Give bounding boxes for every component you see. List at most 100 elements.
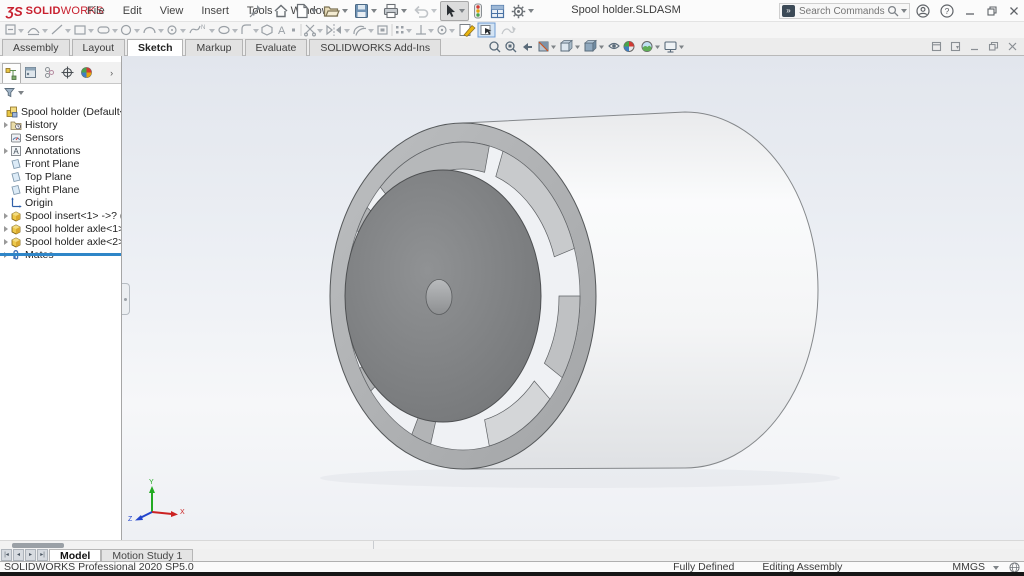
magnifier-icon[interactable] bbox=[887, 5, 899, 17]
expand-arrow-icon[interactable] bbox=[4, 122, 8, 128]
home-button[interactable] bbox=[270, 1, 292, 21]
save-button[interactable] bbox=[351, 1, 380, 21]
shaded-sketch-contours-button[interactable] bbox=[478, 23, 495, 37]
doc-restore-icon[interactable] bbox=[988, 41, 999, 52]
ellipse-icon[interactable] bbox=[219, 27, 229, 34]
tab-motion-study-1[interactable]: Motion Study 1 bbox=[101, 549, 193, 561]
restore-button[interactable] bbox=[986, 5, 998, 17]
help-icon[interactable]: ? bbox=[940, 4, 954, 18]
save-dropdown[interactable] bbox=[371, 9, 377, 13]
polygon-icon[interactable] bbox=[262, 25, 272, 35]
tree-item-top-plane[interactable]: Top Plane bbox=[0, 170, 121, 183]
tab-scroll-first-button[interactable]: |◂ bbox=[1, 549, 12, 561]
menu-insert[interactable]: Insert bbox=[192, 0, 238, 22]
tab-featuremanager[interactable] bbox=[2, 63, 21, 83]
trim-icon[interactable] bbox=[305, 25, 316, 36]
tab-evaluate[interactable]: Evaluate bbox=[245, 39, 308, 56]
tree-item-sensors[interactable]: Sensors bbox=[0, 131, 121, 144]
rebuild-button[interactable] bbox=[469, 1, 487, 21]
select-tool-button[interactable] bbox=[440, 1, 469, 21]
new-document-dropdown[interactable] bbox=[311, 9, 317, 13]
print-button[interactable] bbox=[380, 1, 410, 21]
open-dropdown[interactable] bbox=[342, 9, 348, 13]
circle-icon[interactable] bbox=[122, 26, 131, 35]
zoom-to-area-icon[interactable] bbox=[506, 42, 516, 52]
edit-appearance-icon[interactable] bbox=[624, 42, 634, 52]
display-style-icon[interactable] bbox=[585, 41, 596, 52]
open-button[interactable] bbox=[320, 1, 351, 21]
print-dropdown[interactable] bbox=[401, 9, 407, 13]
tree-item-spool-insert[interactable]: Spool insert<1> ->? (70mm bbox=[0, 209, 121, 222]
tree-root-assembly[interactable]: Spool holder (Default<Display bbox=[0, 105, 121, 118]
filter-funnel-icon[interactable] bbox=[4, 87, 15, 98]
view-orientation-icon[interactable] bbox=[561, 41, 572, 52]
point-icon[interactable] bbox=[292, 29, 295, 32]
tab-markup[interactable]: Markup bbox=[185, 39, 242, 56]
minimize-button[interactable] bbox=[964, 5, 976, 17]
zoom-to-fit-icon[interactable] bbox=[490, 42, 500, 52]
tab-dimxpertmanager[interactable] bbox=[59, 63, 78, 83]
search-scope-icon[interactable]: » bbox=[782, 5, 795, 17]
mirror-icon[interactable] bbox=[327, 24, 341, 36]
repair-sketch-icon[interactable] bbox=[438, 26, 446, 34]
search-input[interactable] bbox=[799, 6, 887, 17]
doc-minimize-icon[interactable] bbox=[969, 41, 980, 52]
new-document-button[interactable] bbox=[292, 1, 320, 21]
tab-configurationmanager[interactable] bbox=[40, 63, 59, 83]
perimeter-circle-icon[interactable] bbox=[168, 26, 176, 34]
filter-dropdown[interactable] bbox=[18, 91, 24, 95]
select-dropdown[interactable] bbox=[459, 9, 465, 13]
tree-item-spool-holder-axle-2[interactable]: Spool holder axle<2> (Kno bbox=[0, 235, 121, 248]
expand-arrow-icon[interactable] bbox=[4, 239, 8, 245]
arc-icon[interactable] bbox=[144, 28, 155, 34]
hide-show-items-icon[interactable] bbox=[609, 44, 619, 49]
apply-scene-icon[interactable] bbox=[642, 42, 652, 52]
expand-arrow-icon[interactable] bbox=[4, 148, 8, 154]
spline-icon[interactable]: N bbox=[190, 25, 205, 33]
tab-scroll-left-button[interactable]: ◂ bbox=[13, 549, 24, 561]
units-dropdown[interactable] bbox=[993, 566, 999, 570]
doc-close-icon[interactable] bbox=[1007, 41, 1018, 52]
fillet-icon[interactable] bbox=[242, 25, 251, 34]
tree-item-history[interactable]: History bbox=[0, 118, 121, 131]
performance-grid-button[interactable] bbox=[487, 1, 508, 21]
line-icon[interactable] bbox=[52, 25, 62, 34]
tree-item-right-plane[interactable]: Right Plane bbox=[0, 183, 121, 196]
relations-icon[interactable] bbox=[416, 25, 426, 34]
expand-arrow-icon[interactable] bbox=[4, 213, 8, 219]
pattern-icon[interactable] bbox=[396, 26, 404, 34]
tab-propertymanager[interactable] bbox=[21, 63, 40, 83]
text-tool-icon[interactable]: A bbox=[278, 25, 286, 37]
graphics-viewport[interactable]: Y X Z bbox=[122, 56, 1024, 540]
menu-file[interactable]: File bbox=[78, 0, 114, 22]
tab-assembly[interactable]: Assembly bbox=[2, 39, 70, 56]
search-commands-box[interactable]: » bbox=[779, 3, 910, 19]
close-button[interactable] bbox=[1008, 5, 1020, 17]
search-dropdown[interactable] bbox=[901, 9, 907, 13]
tab-model[interactable]: Model bbox=[49, 549, 101, 561]
options-button[interactable] bbox=[508, 1, 537, 21]
section-view-icon[interactable] bbox=[539, 42, 548, 51]
doc-cascade-icon[interactable] bbox=[950, 41, 961, 52]
tab-sketch[interactable]: Sketch bbox=[127, 39, 183, 56]
slot-icon[interactable] bbox=[98, 27, 109, 33]
tree-item-front-plane[interactable]: Front Plane bbox=[0, 157, 121, 170]
tab-scroll-last-button[interactable]: ▸| bbox=[37, 549, 48, 561]
rectangle-icon[interactable] bbox=[75, 26, 85, 34]
panel-tab-expand-arrow[interactable]: › bbox=[102, 63, 121, 83]
tab-layout[interactable]: Layout bbox=[72, 39, 126, 56]
tab-displaymanager[interactable] bbox=[77, 63, 96, 83]
tab-scroll-right-button[interactable]: ▸ bbox=[25, 549, 36, 561]
panel-splitter-handle[interactable] bbox=[122, 283, 130, 315]
rollback-bar[interactable] bbox=[0, 253, 121, 256]
tree-item-annotations[interactable]: A Annotations bbox=[0, 144, 121, 157]
offset-icon[interactable] bbox=[354, 26, 366, 35]
instant2d-icon[interactable] bbox=[460, 25, 475, 37]
menu-view[interactable]: View bbox=[151, 0, 193, 22]
horizontal-scrollbar-thumb[interactable] bbox=[12, 543, 64, 548]
expand-arrow-icon[interactable] bbox=[4, 226, 8, 232]
smart-dimension-icon[interactable] bbox=[28, 29, 39, 35]
convert-icon[interactable] bbox=[378, 26, 387, 34]
tree-item-spool-holder-axle-1[interactable]: Spool holder axle<1> (Kno bbox=[0, 222, 121, 235]
tab-solidworks-add-ins[interactable]: SOLIDWORKS Add-Ins bbox=[309, 39, 441, 56]
